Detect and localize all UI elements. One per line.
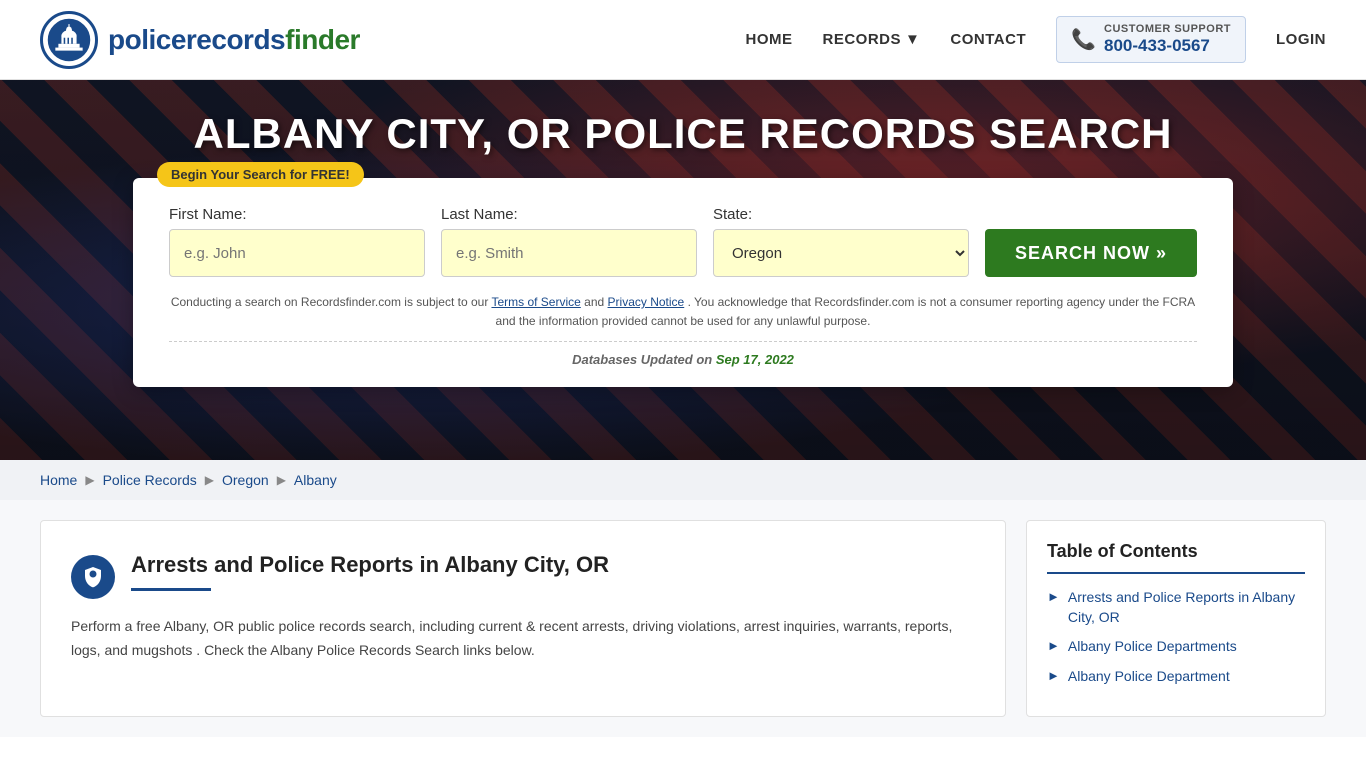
state-group: State: AlabamaAlaskaArizonaArkansasCalif… xyxy=(713,206,969,277)
hero-title: ALBANY CITY, OR POLICE RECORDS SEARCH xyxy=(194,110,1173,158)
first-name-group: First Name: xyxy=(169,206,425,277)
breadcrumb-state[interactable]: Oregon xyxy=(222,472,269,488)
breadcrumb-police-records[interactable]: Police Records xyxy=(103,472,197,488)
toc-arrow-icon: ► xyxy=(1047,638,1060,653)
site-header: policerecordsfinder HOME RECORDS ▼ CONTA… xyxy=(0,0,1366,80)
state-label: State: xyxy=(713,206,969,223)
search-card: Begin Your Search for FREE! First Name: … xyxy=(133,178,1233,387)
toc-arrow-icon: ► xyxy=(1047,589,1060,604)
article-title: Arrests and Police Reports in Albany Cit… xyxy=(131,551,609,580)
toc-divider xyxy=(1047,572,1305,574)
breadcrumb-home[interactable]: Home xyxy=(40,472,77,488)
table-of-contents: Table of Contents ► Arrests and Police Re… xyxy=(1026,520,1326,717)
last-name-input[interactable] xyxy=(441,229,697,277)
tos-link[interactable]: Terms of Service xyxy=(491,295,580,309)
logo-text: policerecordsfinder xyxy=(108,24,360,56)
last-name-group: Last Name: xyxy=(441,206,697,277)
support-info: CUSTOMER SUPPORT 800-433-0567 xyxy=(1104,23,1231,57)
main-nav: HOME RECORDS ▼ CONTACT 📞 CUSTOMER SUPPOR… xyxy=(746,16,1326,64)
state-select[interactable]: AlabamaAlaskaArizonaArkansasCaliforniaCo… xyxy=(713,229,969,277)
breadcrumb-current: Albany xyxy=(294,472,337,488)
last-name-label: Last Name: xyxy=(441,206,697,223)
hero-content: ALBANY CITY, OR POLICE RECORDS SEARCH Be… xyxy=(0,80,1366,407)
toc-link[interactable]: Albany Police Department xyxy=(1068,667,1230,687)
customer-support-box: 📞 CUSTOMER SUPPORT 800-433-0567 xyxy=(1056,16,1246,64)
toc-item: ► Arrests and Police Reports in Albany Ci… xyxy=(1047,588,1305,627)
support-number: 800-433-0567 xyxy=(1104,36,1231,56)
toc-items-container: ► Arrests and Police Reports in Albany Ci… xyxy=(1047,588,1305,686)
hero-section: ALBANY CITY, OR POLICE RECORDS SEARCH Be… xyxy=(0,80,1366,460)
article-body: Perform a free Albany, OR public police … xyxy=(71,615,975,663)
breadcrumb-sep-1: ▶ xyxy=(85,473,94,487)
first-name-label: First Name: xyxy=(169,206,425,223)
toc-item: ► Albany Police Departments xyxy=(1047,637,1305,657)
article-section: Arrests and Police Reports in Albany Cit… xyxy=(40,520,1006,717)
toc-arrow-icon: ► xyxy=(1047,668,1060,683)
chevron-down-icon: ▼ xyxy=(905,31,920,48)
first-name-input[interactable] xyxy=(169,229,425,277)
search-form-row: First Name: Last Name: State: AlabamaAla… xyxy=(169,206,1197,277)
nav-home[interactable]: HOME xyxy=(746,31,793,48)
free-badge: Begin Your Search for FREE! xyxy=(157,162,364,187)
main-content: Arrests and Police Reports in Albany Cit… xyxy=(0,500,1366,737)
breadcrumb-sep-2: ▶ xyxy=(205,473,214,487)
article-title-area: Arrests and Police Reports in Albany Cit… xyxy=(131,551,609,591)
breadcrumb: Home ▶ Police Records ▶ Oregon ▶ Albany xyxy=(0,460,1366,500)
toc-title: Table of Contents xyxy=(1047,541,1305,562)
toc-link[interactable]: Albany Police Departments xyxy=(1068,637,1237,657)
db-updated: Databases Updated on Sep 17, 2022 xyxy=(169,352,1197,367)
logo-link[interactable]: policerecordsfinder xyxy=(40,11,360,69)
badge-icon xyxy=(71,555,115,599)
support-label: CUSTOMER SUPPORT xyxy=(1104,23,1231,36)
nav-contact[interactable]: CONTACT xyxy=(950,31,1026,48)
disclaimer-text: Conducting a search on Recordsfinder.com… xyxy=(169,293,1197,331)
article-header: Arrests and Police Reports in Albany Cit… xyxy=(71,551,975,599)
search-now-button[interactable]: SEARCH NOW » xyxy=(985,229,1197,277)
toc-item: ► Albany Police Department xyxy=(1047,667,1305,687)
breadcrumb-sep-3: ▶ xyxy=(277,473,286,487)
privacy-link[interactable]: Privacy Notice xyxy=(608,295,685,309)
title-underline xyxy=(131,588,211,591)
logo-icon xyxy=(40,11,98,69)
toc-link[interactable]: Arrests and Police Reports in Albany Cit… xyxy=(1068,588,1305,627)
shield-badge-icon xyxy=(81,565,105,589)
login-button[interactable]: LOGIN xyxy=(1276,31,1326,48)
nav-records[interactable]: RECORDS ▼ xyxy=(823,31,921,48)
headset-icon: 📞 xyxy=(1071,27,1096,52)
